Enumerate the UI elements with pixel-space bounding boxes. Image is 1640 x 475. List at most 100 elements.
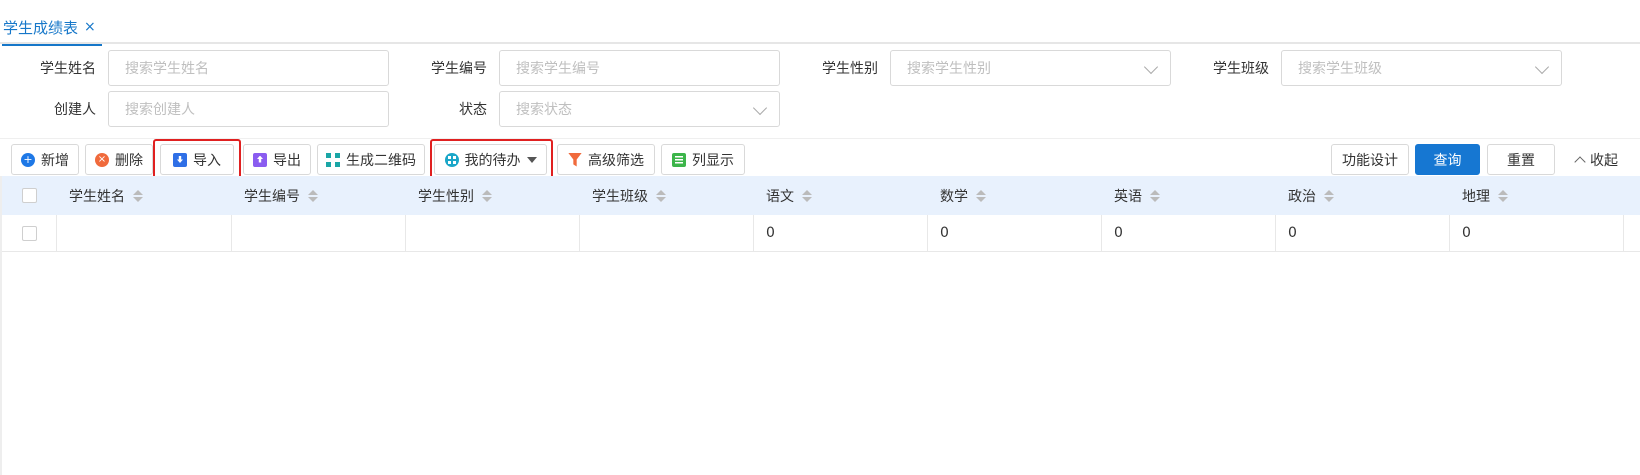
button-label: 高级筛选 — [588, 152, 644, 169]
delete-button[interactable]: × 删除 — [85, 144, 153, 175]
table-cell: 0 — [754, 215, 928, 251]
column-header[interactable]: 地理 — [1450, 176, 1508, 215]
table-cell — [580, 215, 754, 251]
sort-icon[interactable] — [482, 189, 492, 202]
sort-icon[interactable] — [656, 189, 666, 202]
student-name-input[interactable]: 搜索学生姓名 — [108, 50, 389, 86]
field-label: 学生性别 — [822, 61, 878, 77]
creator-input[interactable]: 搜索创建人 — [108, 91, 389, 127]
field-student-id: 学生编号 搜索学生编号 — [391, 50, 780, 86]
button-label: 功能设计 — [1342, 152, 1398, 169]
column-header[interactable]: 英语 — [1102, 176, 1160, 215]
column-title: 语文 — [766, 188, 794, 205]
add-button[interactable]: + 新增 — [11, 144, 79, 175]
my-todo-dropdown[interactable]: 我的待办 — [434, 144, 547, 175]
qrcode-icon — [326, 152, 340, 167]
placeholder: 搜索创建人 — [125, 102, 195, 118]
todo-icon — [444, 152, 459, 167]
button-label: 我的待办 — [464, 152, 521, 169]
student-class-select[interactable]: 搜索学生班级 — [1281, 50, 1562, 86]
column-title: 数学 — [940, 188, 968, 205]
function-design-button[interactable]: 功能设计 — [1331, 144, 1409, 175]
tab-title: 学生成绩表 — [3, 18, 79, 37]
column-header[interactable]: 数学 — [928, 176, 986, 215]
caret-down-icon — [526, 156, 537, 163]
sort-icon[interactable] — [308, 189, 318, 202]
column-header[interactable]: 语文 — [754, 176, 812, 215]
button-label: 删除 — [115, 152, 143, 169]
sort-icon[interactable] — [976, 189, 986, 202]
chevron-down-icon — [752, 100, 768, 116]
import-icon — [173, 152, 187, 167]
column-header[interactable]: 学生性别 — [406, 176, 492, 215]
tab-student-scores[interactable]: 学生成绩表 × — [0, 10, 102, 46]
left-border — [0, 176, 2, 475]
table-cell: 0 — [1102, 215, 1276, 251]
close-icon[interactable]: × — [84, 19, 96, 35]
tab-bar: 学生成绩表 × — [0, 0, 1640, 46]
column-title: 学生性别 — [418, 188, 474, 205]
placeholder: 搜索学生性别 — [907, 61, 991, 77]
column-header[interactable]: 学生班级 — [580, 176, 666, 215]
placeholder: 搜索学生班级 — [1298, 61, 1382, 77]
chevron-down-icon — [1534, 59, 1550, 75]
table-header: 学生姓名 学生编号 学生性别 学生班级 语文 数学 英语 政治 地理 — [0, 176, 1640, 215]
row-checkbox-cell[interactable] — [0, 215, 57, 251]
plus-icon: + — [21, 152, 35, 167]
checkbox[interactable] — [22, 225, 37, 241]
sort-icon[interactable] — [1498, 189, 1508, 202]
sort-icon[interactable] — [1150, 189, 1160, 202]
button-label: 导出 — [273, 152, 301, 169]
select-all-checkbox[interactable] — [10, 176, 37, 215]
collapse-button[interactable]: 收起 — [1564, 144, 1630, 175]
placeholder: 搜索学生编号 — [516, 61, 600, 77]
chevron-down-icon — [1143, 59, 1159, 75]
field-label: 学生编号 — [431, 61, 487, 77]
list-icon — [672, 152, 686, 167]
student-gender-select[interactable]: 搜索学生性别 — [890, 50, 1171, 86]
table-cell — [232, 215, 406, 251]
field-status: 状态 搜索状态 — [391, 91, 780, 127]
column-header[interactable]: 政治 — [1276, 176, 1334, 215]
field-label: 学生班级 — [1213, 61, 1269, 77]
column-title: 英语 — [1114, 188, 1142, 205]
table-cell: 0 — [1276, 215, 1450, 251]
placeholder: 搜索学生姓名 — [125, 61, 209, 77]
field-student-gender: 学生性别 搜索学生性别 — [782, 50, 1171, 86]
table-cell: 0 — [928, 215, 1102, 251]
checkbox[interactable] — [22, 188, 37, 203]
advanced-filter-button[interactable]: 高级筛选 — [557, 144, 655, 175]
chevron-up-icon — [1574, 155, 1586, 168]
button-label: 导入 — [193, 152, 221, 169]
field-label: 状态 — [459, 102, 487, 118]
sort-icon[interactable] — [1324, 189, 1334, 202]
field-label: 创建人 — [54, 102, 96, 118]
status-select[interactable]: 搜索状态 — [499, 91, 780, 127]
field-student-class: 学生班级 搜索学生班级 — [1173, 50, 1562, 86]
placeholder: 搜索状态 — [516, 102, 572, 118]
field-student-name: 学生姓名 搜索学生姓名 — [0, 50, 389, 86]
export-icon — [253, 152, 267, 167]
export-button[interactable]: 导出 — [243, 144, 311, 175]
table-cell — [406, 215, 580, 251]
import-button[interactable]: 导入 — [160, 144, 234, 175]
button-label: 收起 — [1590, 152, 1618, 169]
column-title: 地理 — [1462, 188, 1490, 205]
column-display-button[interactable]: 列显示 — [661, 144, 745, 175]
table-cell: 0 — [1450, 215, 1624, 251]
student-id-input[interactable]: 搜索学生编号 — [499, 50, 780, 86]
reset-button[interactable]: 重置 — [1487, 144, 1555, 175]
delete-icon: × — [95, 152, 109, 167]
column-header[interactable]: 学生姓名 — [57, 176, 143, 215]
query-button[interactable]: 查询 — [1415, 144, 1480, 175]
generate-qrcode-button[interactable]: 生成二维码 — [317, 144, 425, 175]
button-label: 查询 — [1433, 152, 1462, 169]
sort-icon[interactable] — [133, 189, 143, 202]
table-row[interactable]: 0 0 0 0 0 — [0, 215, 1640, 252]
field-creator: 创建人 搜索创建人 — [0, 91, 389, 127]
column-title: 学生姓名 — [69, 188, 125, 205]
column-title: 学生编号 — [244, 188, 300, 205]
button-label: 新增 — [41, 152, 69, 169]
column-header[interactable]: 学生编号 — [232, 176, 318, 215]
sort-icon[interactable] — [802, 189, 812, 202]
